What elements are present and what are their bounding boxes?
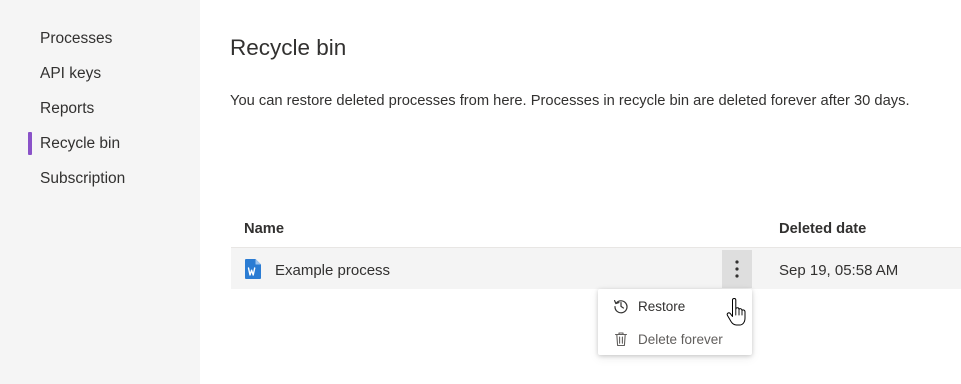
kebab-icon <box>735 260 739 278</box>
delete-forever-label: Delete forever <box>638 332 723 347</box>
sidebar-item-processes[interactable]: Processes <box>40 29 112 49</box>
sidebar-item-api-keys[interactable]: API keys <box>40 64 101 84</box>
sidebar-item-reports[interactable]: Reports <box>40 99 94 119</box>
more-options-button[interactable] <box>722 250 752 288</box>
column-header-deleted-date[interactable]: Deleted date <box>779 219 866 239</box>
word-document-icon <box>245 259 261 279</box>
restore-label: Restore <box>638 299 686 314</box>
row-deleted-date: Sep 19, 05:58 AM <box>779 262 899 279</box>
trash-icon <box>614 332 628 347</box>
sidebar-item-recycle-bin[interactable]: Recycle bin <box>40 134 120 154</box>
page-description: You can restore deleted processes from h… <box>230 93 910 109</box>
hand-pointer-cursor-icon <box>726 298 746 326</box>
sidebar-item-subscription[interactable]: Subscription <box>40 169 125 189</box>
active-indicator <box>28 132 32 155</box>
history-icon <box>614 300 628 314</box>
row-name[interactable]: Example process <box>275 261 390 281</box>
column-header-name[interactable]: Name <box>244 219 284 239</box>
page-title: Recycle bin <box>230 35 347 60</box>
sidebar: Processes API keys Reports Recycle bin S… <box>0 0 200 384</box>
